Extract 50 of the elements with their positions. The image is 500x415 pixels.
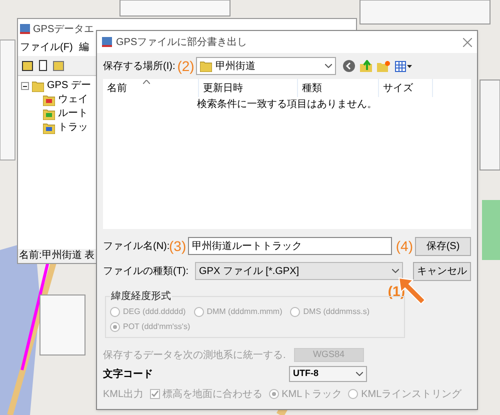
- new-file-icon[interactable]: [39, 60, 47, 71]
- radio-label: DMS (dddmmss.s): [303, 306, 370, 318]
- menu-item[interactable]: 編: [78, 40, 89, 55]
- column-header[interactable]: 種類: [298, 79, 379, 97]
- app-icon: [20, 24, 30, 34]
- status-text: 名前:甲州街道 表: [19, 251, 95, 261]
- annotation-label: (2): [177, 59, 194, 73]
- file-type-dropdown[interactable]: GPX ファイル [*.GPX]: [195, 262, 403, 280]
- tree-item[interactable]: ルート: [58, 109, 88, 119]
- annotation-label: (3): [169, 239, 186, 253]
- field-label: 保存する場所(I):: [103, 60, 176, 74]
- cancel-button[interactable]: キャンセル: [413, 262, 471, 280]
- column-header[interactable]: サイズ: [379, 79, 433, 97]
- column-header[interactable]: 更新日時: [199, 79, 298, 97]
- annotation-label: (4): [396, 239, 413, 253]
- menu-item[interactable]: ファイル(F): [20, 40, 73, 55]
- kml-label: KML出力: [103, 388, 144, 402]
- field-label: ファイルの種類(T):: [103, 264, 190, 278]
- datum-label: 保存するデータを次の測地系に統一する.: [103, 348, 286, 362]
- sort-caret-icon: [143, 80, 150, 84]
- field-label: ファイル名(N):: [103, 240, 167, 252]
- collapse-icon[interactable]: [21, 82, 29, 90]
- app-icon: [102, 37, 112, 47]
- group-title: 緯度経度形式: [110, 289, 172, 304]
- chevron-down-icon: [356, 372, 363, 376]
- back-icon[interactable]: [343, 60, 356, 72]
- dialog-title: GPSファイルに部分書き出し: [116, 36, 248, 50]
- tree-item[interactable]: ウェイ: [58, 95, 88, 105]
- encoding-label: 文字コード: [103, 367, 154, 382]
- radio-label: KMLトラック: [282, 388, 342, 402]
- save-button[interactable]: 保存(S): [415, 236, 471, 256]
- chevron-down-icon: [325, 64, 332, 68]
- new-folder-icon[interactable]: [377, 60, 390, 72]
- location-dropdown[interactable]: 甲州街道: [196, 57, 336, 75]
- close-icon[interactable]: [463, 38, 472, 46]
- tree-item[interactable]: GPS デー: [47, 81, 91, 91]
- radio-label: DMM (dddmm.mmm): [206, 306, 282, 318]
- column-header[interactable]: 名前: [103, 79, 199, 97]
- file-name-field[interactable]: 甲州街道ルートトラック: [188, 237, 392, 255]
- radio-label: DEG (ddd.ddddd): [123, 306, 186, 318]
- tree-item[interactable]: トラッ: [58, 123, 88, 133]
- window-title: GPSデータエ: [33, 22, 94, 36]
- chevron-down-icon: [392, 269, 399, 273]
- checkbox-label: 標高を地面に合わせる: [162, 388, 263, 402]
- view-menu-icon[interactable]: [395, 60, 412, 72]
- radio-label: POT (ddd'mm'ss's): [123, 321, 190, 333]
- encoding-dropdown[interactable]: UTF-8: [289, 366, 367, 382]
- up-folder-icon[interactable]: [360, 60, 372, 72]
- radio-label: KMLラインストリング: [361, 388, 462, 402]
- empty-message: 検索条件に一致する項目はありません。: [197, 98, 377, 112]
